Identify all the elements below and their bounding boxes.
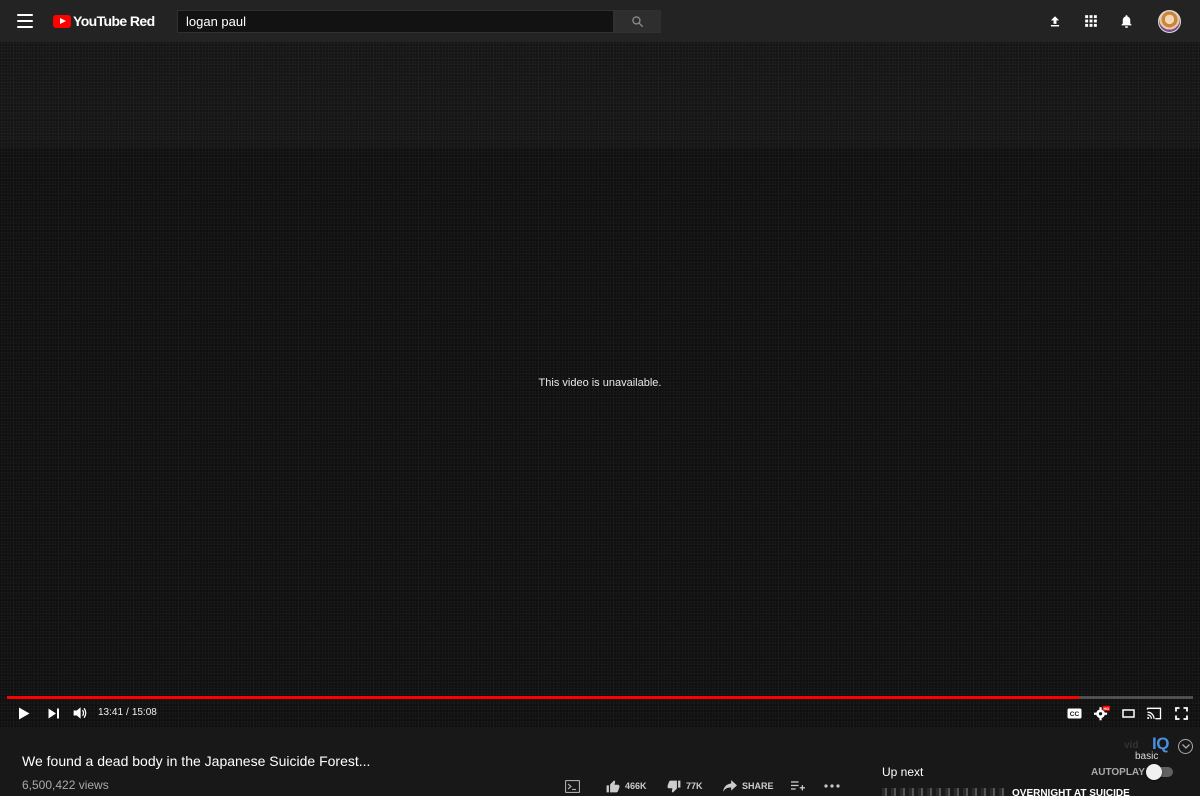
upload-icon[interactable] (1046, 12, 1064, 30)
playlist-add-icon (791, 781, 805, 791)
video-title: We found a dead body in the Japanese Sui… (22, 753, 371, 769)
vidiq-badge[interactable]: vid IQ basic (1122, 734, 1172, 762)
cast-icon (1146, 707, 1162, 719)
play-icon (19, 707, 30, 719)
volume-icon (73, 707, 87, 719)
vidiq-plan: basic (1135, 751, 1159, 762)
captions-button[interactable]: CC (1065, 704, 1083, 722)
masthead: YouTube Red (0, 0, 1200, 42)
next-video-title[interactable]: OVERNIGHT AT SUICIDE (1012, 788, 1130, 796)
duration: 15:08 (131, 707, 157, 718)
next-video-thumbnail[interactable] (882, 788, 1004, 796)
closed-captions-icon: CC (1067, 708, 1081, 718)
like-button[interactable]: 466K (606, 778, 647, 794)
mute-button[interactable] (71, 704, 89, 722)
skip-next-icon (48, 708, 59, 718)
video-unavailable-message: This video is unavailable. (538, 377, 662, 389)
terminal-icon (565, 779, 580, 793)
thumbs-down-icon (667, 780, 681, 793)
apps-grid-icon[interactable] (1082, 12, 1100, 30)
youtube-red-logo[interactable]: YouTube Red (53, 12, 155, 30)
player-controls: 13:41/15:08 CC HD (0, 699, 1200, 728)
video-info-section: We found a dead body in the Japanese Sui… (0, 728, 1200, 796)
theater-mode-icon (1121, 708, 1135, 718)
logo-text: YouTube Red (73, 13, 155, 29)
next-button[interactable] (46, 704, 62, 722)
fullscreen-icon (1174, 706, 1188, 720)
vidiq-brand-left: vid (1124, 740, 1139, 751)
svg-text:HD: HD (1103, 706, 1109, 711)
time-display: 13:41/15:08 (98, 707, 157, 718)
vidiq-terminal-button[interactable] (565, 778, 580, 794)
autoplay-label: AUTOPLAY (1091, 767, 1145, 778)
theater-mode-button[interactable] (1119, 704, 1137, 722)
play-button[interactable] (16, 704, 32, 722)
video-player[interactable]: This video is unavailable. 13:41/15:08 C… (0, 42, 1200, 728)
settings-button[interactable]: HD (1092, 704, 1112, 722)
player-noise-band (0, 42, 1200, 148)
autoplay-toggle-knob (1146, 764, 1162, 780)
notifications-bell-icon[interactable] (1117, 12, 1135, 30)
share-arrow-icon (723, 780, 737, 792)
search-button[interactable] (614, 10, 661, 33)
guide-menu-icon[interactable] (17, 14, 33, 28)
current-time: 13:41 (98, 707, 124, 718)
svg-text:CC: CC (1069, 711, 1079, 718)
thumbs-up-icon (606, 779, 620, 792)
youtube-play-icon (53, 14, 71, 28)
share-label: SHARE (742, 781, 774, 791)
like-count: 466K (625, 781, 647, 791)
search-input[interactable] (177, 10, 614, 33)
cast-button[interactable] (1145, 704, 1163, 722)
view-count: 6,500,422 views (22, 778, 109, 792)
more-horizontal-icon (824, 784, 840, 788)
account-avatar[interactable] (1158, 10, 1181, 33)
dislike-count: 77K (686, 781, 703, 791)
dislike-button[interactable]: 77K (667, 778, 703, 794)
fullscreen-button[interactable] (1172, 704, 1190, 722)
chevron-down-icon (1181, 744, 1190, 749)
up-next-heading: Up next (882, 765, 924, 779)
share-button[interactable]: SHARE (723, 778, 774, 794)
save-to-playlist-button[interactable] (791, 778, 805, 794)
vidiq-expand-button[interactable] (1178, 739, 1193, 754)
search-icon (632, 16, 644, 28)
more-actions-button[interactable] (824, 778, 840, 794)
settings-gear-hd-icon: HD (1094, 705, 1110, 721)
autoplay-toggle[interactable] (1146, 764, 1173, 780)
